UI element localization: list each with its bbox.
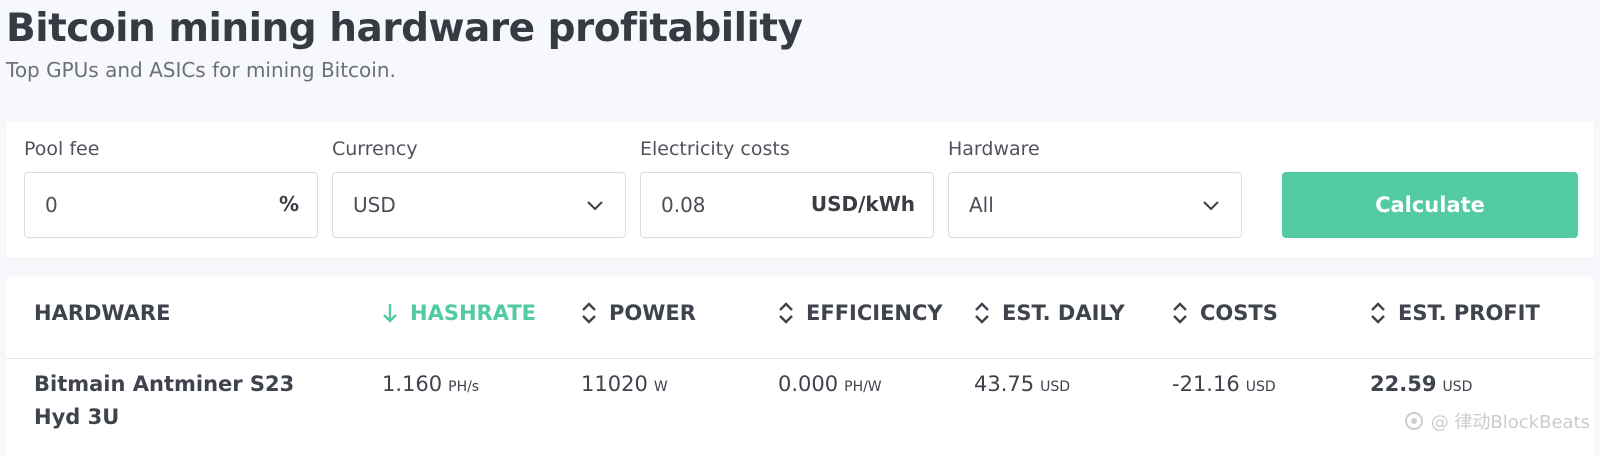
hardware-value: All xyxy=(969,193,994,217)
power-value: 11020 xyxy=(581,372,648,396)
sort-descending-icon xyxy=(383,304,397,323)
filter-panel: Pool fee 0 % Currency USD Electricity co… xyxy=(6,122,1594,258)
column-header-costs[interactable]: COSTS xyxy=(1172,298,1278,328)
column-header-label: EST. DAILY xyxy=(1002,301,1125,325)
est-daily-value: 43.75 xyxy=(974,372,1035,396)
column-header-est-profit[interactable]: EST. PROFIT xyxy=(1370,298,1540,328)
efficiency-cell: 0.000 PH/W xyxy=(778,372,882,396)
column-header-efficiency[interactable]: EFFICIENCY xyxy=(778,298,943,328)
sort-icon xyxy=(1371,302,1385,324)
sort-icon xyxy=(582,302,596,324)
electricity-label: Electricity costs xyxy=(640,138,790,160)
est-profit-unit: USD xyxy=(1442,379,1473,395)
watermark-text: @ 律动BlockBeats xyxy=(1430,412,1590,433)
watermark: @ 律动BlockBeats xyxy=(1403,408,1590,434)
power-cell: 11020 W xyxy=(581,372,668,396)
column-header-label: HASHRATE xyxy=(410,301,536,325)
column-header-hardware[interactable]: HARDWARE xyxy=(34,298,170,328)
currency-label: Currency xyxy=(332,138,418,160)
chevron-down-icon xyxy=(1203,201,1219,211)
column-header-hashrate[interactable]: HASHRATE xyxy=(382,298,536,328)
calculate-button[interactable]: Calculate xyxy=(1282,172,1578,238)
electricity-value: 0.08 xyxy=(661,193,706,217)
hashrate-cell: 1.160 PH/s xyxy=(382,372,479,396)
column-header-label: EST. PROFIT xyxy=(1398,301,1540,325)
column-header-label: COSTS xyxy=(1200,301,1278,325)
efficiency-value: 0.000 xyxy=(778,372,839,396)
hardware-table: HARDWARE HASHRATE POWER EFFICIENCY EST. … xyxy=(6,276,1594,456)
currency-value: USD xyxy=(353,193,396,217)
hashrate-unit: PH/s xyxy=(448,379,480,395)
column-header-label: HARDWARE xyxy=(34,301,171,325)
table-header: HARDWARE HASHRATE POWER EFFICIENCY EST. … xyxy=(6,276,1594,359)
electricity-suffix: USD/kWh xyxy=(810,192,915,216)
power-unit: W xyxy=(653,379,668,395)
costs-cell: -21.16 USD xyxy=(1172,372,1276,396)
est-profit-value: 22.59 xyxy=(1370,372,1437,396)
pool-fee-label: Pool fee xyxy=(24,138,100,160)
page-title: Bitcoin mining hardware profitability xyxy=(6,6,803,51)
est-daily-cell: 43.75 USD xyxy=(974,372,1070,396)
hashrate-value: 1.160 xyxy=(382,372,443,396)
currency-select[interactable]: USD xyxy=(332,172,626,238)
electricity-input[interactable]: 0.08 USD/kWh xyxy=(640,172,934,238)
efficiency-unit: PH/W xyxy=(844,379,882,395)
costs-unit: USD xyxy=(1245,379,1276,395)
hardware-name[interactable]: Bitmain Antminer S23 Hyd 3U xyxy=(34,368,334,434)
chevron-down-icon xyxy=(587,201,603,211)
page-subtitle: Top GPUs and ASICs for mining Bitcoin. xyxy=(6,58,396,82)
sort-icon xyxy=(779,302,793,324)
hardware-select[interactable]: All xyxy=(948,172,1242,238)
costs-value: -21.16 xyxy=(1172,372,1240,396)
sort-icon xyxy=(975,302,989,324)
est-profit-cell: 22.59 USD xyxy=(1370,372,1472,396)
column-header-label: EFFICIENCY xyxy=(806,301,943,325)
est-daily-unit: USD xyxy=(1040,379,1071,395)
column-header-label: POWER xyxy=(609,301,696,325)
pool-fee-value: 0 xyxy=(45,193,58,217)
column-header-power[interactable]: POWER xyxy=(581,298,696,328)
sort-icon xyxy=(1173,302,1187,324)
column-header-est-daily[interactable]: EST. DAILY xyxy=(974,298,1125,328)
pool-fee-input[interactable]: 0 % xyxy=(24,172,318,238)
watermark-logo-icon xyxy=(1404,412,1423,430)
hardware-label: Hardware xyxy=(948,138,1040,160)
pool-fee-suffix: % xyxy=(278,192,299,216)
